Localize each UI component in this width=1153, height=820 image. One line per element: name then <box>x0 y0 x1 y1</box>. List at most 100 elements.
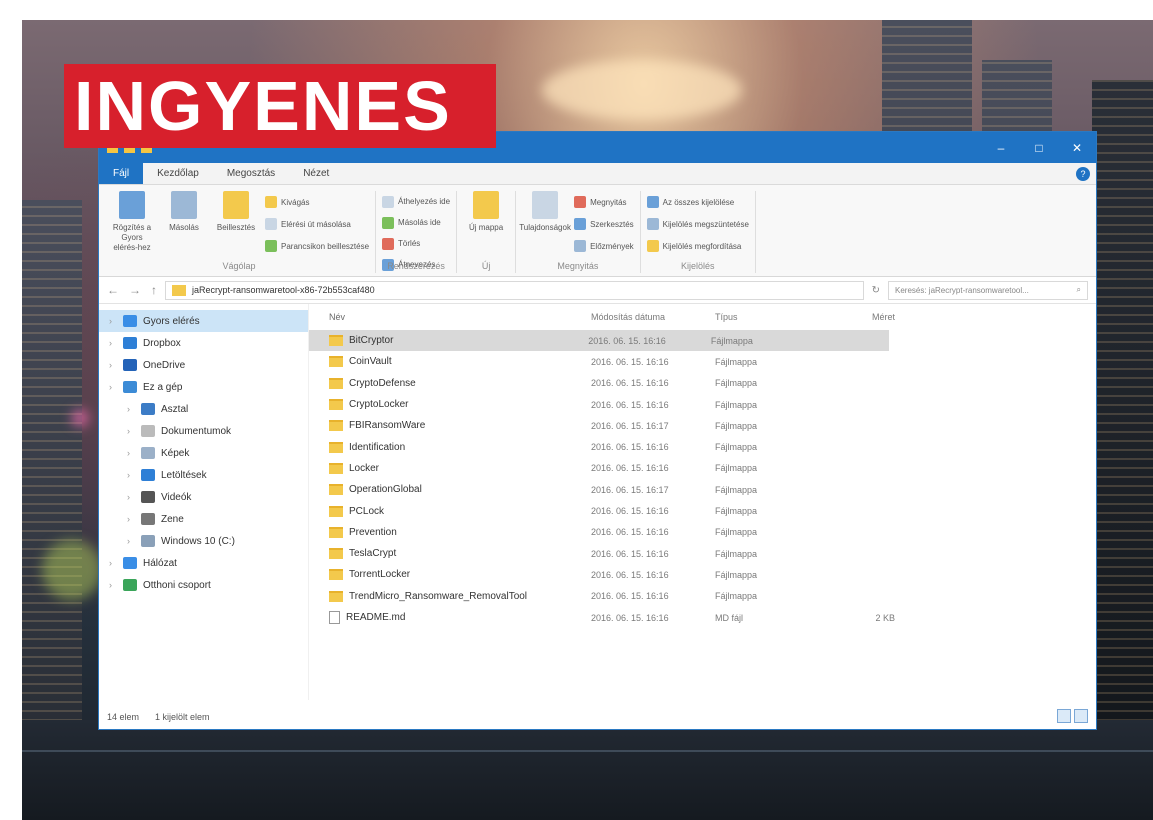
file-row[interactable]: FBIRansomWare 2016. 06. 15. 16:17 Fájlmapp… <box>309 415 1096 436</box>
large-icons-view-icon[interactable] <box>1074 709 1088 723</box>
nav-item-label: Ez a gép <box>143 381 183 393</box>
chevron-right-icon[interactable]: › <box>109 382 117 392</box>
file-row[interactable]: Identification 2016. 06. 15. 16:16 Fájlmap… <box>309 436 1096 457</box>
ribbon-group-label: Kijelölés <box>681 261 715 271</box>
nav-item[interactable]: › Videók <box>99 486 308 508</box>
column-header[interactable]: Módosítás dátuma <box>591 312 715 322</box>
ribbon-button-label: Új mappa <box>468 223 504 232</box>
details-view-icon[interactable] <box>1057 709 1071 723</box>
ribbon-small-button[interactable]: Elérési út másolása <box>265 215 369 233</box>
nav-item[interactable]: › Képek <box>99 442 308 464</box>
nav-item[interactable]: › Zene <box>99 508 308 530</box>
file-row[interactable]: TorrentLocker 2016. 06. 15. 16:16 Fájlmapp… <box>309 564 1096 585</box>
nav-item[interactable]: › Otthoni csoport <box>99 574 308 596</box>
ribbon-small-button[interactable]: Előzmények <box>574 237 634 255</box>
chevron-right-icon[interactable]: › <box>127 514 135 524</box>
back-arrow-icon[interactable]: ← <box>107 283 119 297</box>
ribbon-small-button[interactable]: Megnyitás <box>574 193 634 211</box>
ribbon-small-icon <box>265 196 277 208</box>
chevron-right-icon[interactable]: › <box>127 448 135 458</box>
chevron-right-icon[interactable]: › <box>109 360 117 370</box>
chevron-right-icon[interactable]: › <box>127 426 135 436</box>
chevron-right-icon[interactable]: › <box>127 404 135 414</box>
nav-item[interactable]: › Dropbox <box>99 332 308 354</box>
search-box[interactable]: Keresés: jaRecrypt-ransomwaretool... ⌕ <box>888 280 1088 300</box>
ribbon-small-button[interactable]: Szerkesztés <box>574 215 634 233</box>
ribbon-group: Új mappa Új <box>457 191 517 273</box>
nav-item[interactable]: › Gyors elérés <box>99 310 308 332</box>
file-row[interactable]: CryptoLocker 2016. 06. 15. 16:16 Fájlmappa <box>309 394 1096 415</box>
desktop-icon <box>141 403 155 415</box>
ribbon-small-button[interactable]: Áthelyezés ide <box>382 193 450 210</box>
file-row[interactable]: Locker 2016. 06. 15. 16:16 Fájlmappa <box>309 458 1096 479</box>
file-type: Fájlmappa <box>715 591 758 602</box>
file-name: README.md <box>346 612 406 623</box>
up-arrow-icon[interactable]: ↑ <box>151 283 157 297</box>
file-row[interactable]: TeslaCrypt 2016. 06. 15. 16:16 Fájlmappa <box>309 543 1096 564</box>
close-icon[interactable]: ✕ <box>1058 132 1096 163</box>
nav-item[interactable]: › Letöltések <box>99 464 308 486</box>
address-bar[interactable]: jaRecrypt-ransomwaretool-x86-72b553caf48… <box>165 280 864 300</box>
file-date: 2016. 06. 15. 16:16 <box>591 399 669 410</box>
ribbon-tabs: Fájl Kezdőlap Megosztás Nézet? <box>99 163 1096 185</box>
help-icon[interactable]: ? <box>1076 167 1090 181</box>
ribbon-small-button[interactable]: Kijelölés megszüntetése <box>646 215 749 233</box>
chevron-right-icon[interactable]: › <box>127 492 135 502</box>
nav-item-label: Dokumentumok <box>161 425 232 437</box>
file-row[interactable]: BitCryptor 2016. 06. 15. 16:16 Fájlmappa <box>309 330 889 352</box>
view-switcher <box>1057 709 1088 723</box>
file-row[interactable]: TrendMicro_Ransomware_RemovalTool 2016. 0… <box>309 586 1096 607</box>
nav-item[interactable]: › Dokumentumok <box>99 420 308 442</box>
nav-item-label: Videók <box>161 491 192 503</box>
chevron-right-icon[interactable]: › <box>127 536 135 546</box>
file-type: Fájlmappa <box>715 420 758 431</box>
file-row[interactable]: README.md 2016. 06. 15. 16:16 MD fájl 2 KB <box>309 607 1096 628</box>
maximize-icon[interactable]: □ <box>1020 132 1058 163</box>
nav-item[interactable]: › OneDrive <box>99 354 308 376</box>
ribbon-small-button[interactable]: Törlés <box>382 235 450 252</box>
file-type: Fájlmappa <box>715 484 758 495</box>
document-icon <box>141 425 155 437</box>
nav-item[interactable]: › Ez a gép <box>99 376 308 398</box>
ribbon-small-button[interactable]: Kijelölés megfordítása <box>646 237 749 255</box>
nav-item[interactable]: › Hálózat <box>99 552 308 574</box>
nav-item[interactable]: › Windows 10 (C:) <box>99 530 308 552</box>
file-name-cell: TrendMicro_Ransomware_RemovalTool <box>329 590 591 602</box>
file-name: TorrentLocker <box>349 569 411 581</box>
navigation-arrows: ← → ↑ <box>107 283 157 297</box>
column-header[interactable]: Név <box>329 312 591 322</box>
file-name-cell: OperationGlobal <box>329 484 591 496</box>
file-row[interactable]: CoinVault 2016. 06. 15. 16:16 Fájlmappa <box>309 351 1096 372</box>
ribbon-small-button[interactable]: Másolás ide <box>382 214 450 231</box>
tab-3[interactable]: Nézet <box>289 163 343 184</box>
tab-1[interactable]: Kezdőlap <box>143 163 213 184</box>
ribbon-button-label: Beillesztés <box>216 223 256 232</box>
ribbon-small-icon <box>265 240 277 252</box>
chevron-right-icon[interactable]: › <box>109 316 117 326</box>
minimize-icon[interactable]: – <box>982 132 1020 163</box>
chevron-right-icon[interactable]: › <box>127 470 135 480</box>
column-header[interactable]: Típus <box>715 312 835 322</box>
refresh-icon[interactable]: ↻ <box>872 285 880 296</box>
column-header[interactable]: Méret <box>835 312 895 322</box>
file-row[interactable]: CryptoDefense 2016. 06. 15. 16:16 Fájlmapp… <box>309 373 1096 394</box>
chevron-right-icon[interactable]: › <box>109 580 117 590</box>
file-row[interactable]: OperationGlobal 2016. 06. 15. 16:17 Fájlma… <box>309 479 1096 500</box>
file-icon <box>329 611 340 624</box>
ribbon-group-label: Megnyitás <box>557 261 599 271</box>
chevron-right-icon[interactable]: › <box>109 558 117 568</box>
ribbon-small-button[interactable]: Parancsikon beillesztése <box>265 237 369 255</box>
figure-silhouette <box>1092 80 1153 820</box>
tab-2[interactable]: Megosztás <box>213 163 289 184</box>
ribbon-small-button[interactable]: Kivágás <box>265 193 369 211</box>
file-row[interactable]: PCLock 2016. 06. 15. 16:16 Fájlmappa <box>309 500 1096 521</box>
nav-item[interactable]: › Asztal <box>99 398 308 420</box>
tab-0[interactable]: Fájl <box>99 163 144 184</box>
chevron-right-icon[interactable]: › <box>109 338 117 348</box>
ribbon-button-icon <box>532 191 559 219</box>
file-date: 2016. 06. 15. 16:16 <box>591 356 669 367</box>
file-row[interactable]: Prevention 2016. 06. 15. 16:16 Fájlmappa <box>309 522 1096 543</box>
forward-arrow-icon[interactable]: → <box>129 283 141 297</box>
search-icon: ⌕ <box>1076 285 1081 294</box>
ribbon-small-button[interactable]: Az összes kijelölése <box>646 193 749 211</box>
